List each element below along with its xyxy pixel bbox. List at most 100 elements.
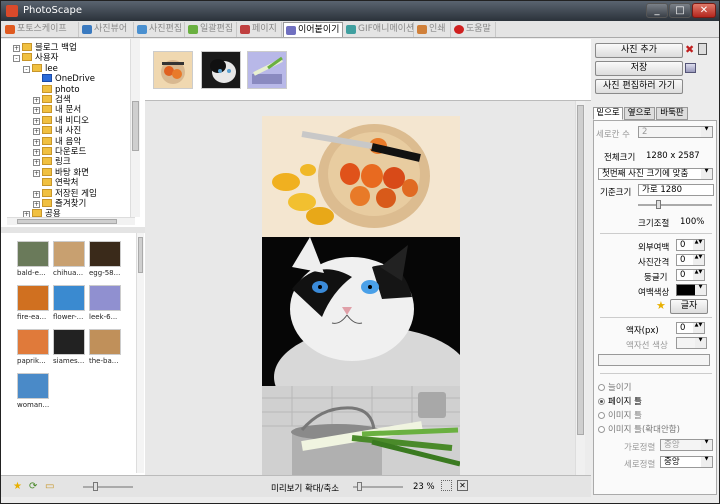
tree-item[interactable]: + 블로그 백업 [13, 43, 77, 54]
file-thumbnail[interactable]: chihua... [53, 241, 87, 277]
file-thumbnail[interactable]: woman... [17, 373, 51, 409]
file-thumbnail[interactable]: fire-ea... [17, 285, 51, 321]
tab-help[interactable]: 도움말 [452, 22, 496, 37]
thumbnails-scrollbar[interactable] [136, 233, 144, 473]
tab-vertical[interactable]: 밑으로 [593, 107, 623, 120]
radio-stretch[interactable]: 늘이기 [598, 381, 631, 393]
expand-icon[interactable]: + [33, 149, 40, 156]
expand-icon[interactable]: + [33, 117, 40, 125]
tab-batch[interactable]: 일괄편집 [186, 22, 237, 37]
radio-fill-page[interactable]: 페이지 틀 [598, 395, 642, 407]
expand-icon[interactable]: + [33, 107, 40, 115]
halign-select[interactable]: 중앙 [660, 439, 702, 451]
expand-icon[interactable]: + [33, 159, 40, 167]
outer-margin-field[interactable]: 0 [676, 239, 694, 251]
thumb-size-slider[interactable] [83, 486, 133, 488]
tree-item[interactable]: + 내 음악 [33, 136, 81, 148]
strip-thumb-cat[interactable] [201, 51, 241, 89]
chevron-down-icon[interactable]: ▼ [701, 168, 713, 180]
expand-icon[interactable]: + [33, 128, 40, 136]
radio-fill-image[interactable]: 이미지 틀 [598, 409, 642, 421]
expand-icon[interactable]: + [33, 97, 40, 104]
chevron-down-icon[interactable]: ▼ [701, 439, 713, 451]
collapse-icon[interactable]: - [23, 65, 30, 73]
close-button[interactable]: ✕ [692, 3, 716, 18]
trash-icon[interactable] [698, 43, 707, 55]
remove-photo-icon[interactable]: ✖ [685, 43, 694, 56]
base-size-knob[interactable] [656, 200, 661, 209]
rounded-field[interactable]: 0 [676, 269, 694, 281]
chevron-down-icon[interactable]: ▼ [701, 456, 713, 468]
expand-icon[interactable]: + [33, 138, 40, 146]
thumb-size-knob[interactable] [93, 482, 98, 491]
valign-select[interactable]: 중앙 [660, 456, 702, 468]
tree-item[interactable]: + 링크 [33, 157, 71, 168]
tree-item[interactable]: + 즐겨찾기 [33, 199, 86, 210]
strip-thumb-leek[interactable] [247, 51, 287, 89]
file-thumbnail[interactable]: egg-58... [89, 241, 123, 277]
actual-size-icon[interactable]: ✕ [457, 480, 468, 491]
expand-icon[interactable]: + [33, 169, 40, 177]
list-icon[interactable] [685, 63, 696, 73]
tree-vertical-scrollbar[interactable] [130, 39, 140, 217]
add-photo-button[interactable]: 사진 추가 [595, 43, 683, 58]
collapse-icon[interactable]: - [13, 55, 20, 63]
tree-item[interactable]: OneDrive [33, 74, 95, 85]
tab-photoscape[interactable]: 포토스케이프 [3, 22, 79, 37]
preview-zoom-knob[interactable] [357, 482, 362, 491]
star-icon[interactable]: ★ [13, 481, 24, 492]
spinner-icon[interactable]: ▲▼ [693, 269, 705, 281]
tree-item[interactable]: 연락처 [33, 178, 78, 189]
tree-item[interactable]: - 사용자 [13, 53, 58, 64]
refresh-icon[interactable]: ⟳ [29, 481, 40, 492]
spinner-icon[interactable]: ▲▼ [693, 254, 705, 266]
fit-mode-select[interactable]: 첫번째 사진 크기에 맞춤 [598, 168, 702, 180]
frame-color-swatch[interactable] [676, 337, 696, 349]
file-thumbnail[interactable]: the-ba... [89, 329, 123, 365]
tree-item[interactable]: + 저장된 게임 [33, 188, 97, 200]
tree-item[interactable]: + 검색 [33, 95, 71, 106]
tab-print[interactable]: 인쇄 [415, 22, 451, 37]
tab-horizontal[interactable]: 옆으로 [624, 107, 655, 120]
column-count-select[interactable]: 2 [638, 126, 702, 138]
text-button[interactable]: 글자 [670, 299, 708, 314]
base-size-field[interactable]: 가로 1280 [638, 184, 714, 196]
save-button[interactable]: 저장 [595, 61, 683, 76]
scroll-thumb[interactable] [577, 105, 584, 435]
tree-item[interactable]: - lee [23, 63, 58, 75]
file-thumbnail[interactable]: leek-6... [89, 285, 123, 321]
expand-icon[interactable]: + [13, 45, 20, 52]
tree-item[interactable]: + 내 문서 [33, 105, 81, 116]
spacing-field[interactable]: 0 [676, 254, 694, 266]
radio-fill-image-nozoom[interactable]: 이미지 틀(확대안함) [598, 423, 680, 435]
expand-icon[interactable]: + [33, 190, 40, 198]
chevron-down-icon[interactable]: ▼ [695, 337, 707, 349]
file-thumbnail[interactable]: bald-e... [17, 241, 51, 277]
strip-thumb-paprika[interactable] [153, 51, 193, 89]
star-icon[interactable]: ★ [656, 299, 666, 312]
tab-combine[interactable]: 이어붙이기 [283, 22, 343, 37]
spinner-icon[interactable]: ▲▼ [693, 322, 705, 334]
fit-window-icon[interactable] [441, 480, 452, 491]
spinner-icon[interactable]: ▲▼ [693, 239, 705, 251]
tree-item[interactable]: photo [33, 84, 80, 96]
tab-page[interactable]: 페이지 [238, 22, 282, 37]
file-thumbnail[interactable]: siames... [53, 329, 87, 365]
scroll-thumb[interactable] [132, 101, 139, 151]
tree-item[interactable]: + 내 사진 [33, 126, 81, 137]
file-thumbnail[interactable]: flower-... [53, 285, 87, 321]
scroll-thumb[interactable] [17, 219, 117, 224]
tab-viewer[interactable]: 사진뷰어 [80, 22, 134, 37]
chevron-down-icon[interactable]: ▼ [701, 126, 713, 138]
minimize-button[interactable]: _ [646, 3, 668, 18]
tab-editor[interactable]: 사진편집 [135, 22, 185, 37]
maximize-button[interactable]: □ [669, 3, 691, 18]
tree-horizontal-scrollbar[interactable] [7, 217, 135, 225]
frame-line-field[interactable]: 0 [676, 322, 694, 334]
margin-color-swatch[interactable] [676, 284, 696, 296]
goto-editor-button[interactable]: 사진 편집하러 가기 [595, 79, 683, 94]
canvas-scrollbar[interactable] [575, 101, 585, 475]
base-size-slider[interactable] [638, 204, 712, 206]
open-folder-icon[interactable]: ▭ [45, 481, 56, 492]
file-thumbnail[interactable]: paprik... [17, 329, 51, 365]
